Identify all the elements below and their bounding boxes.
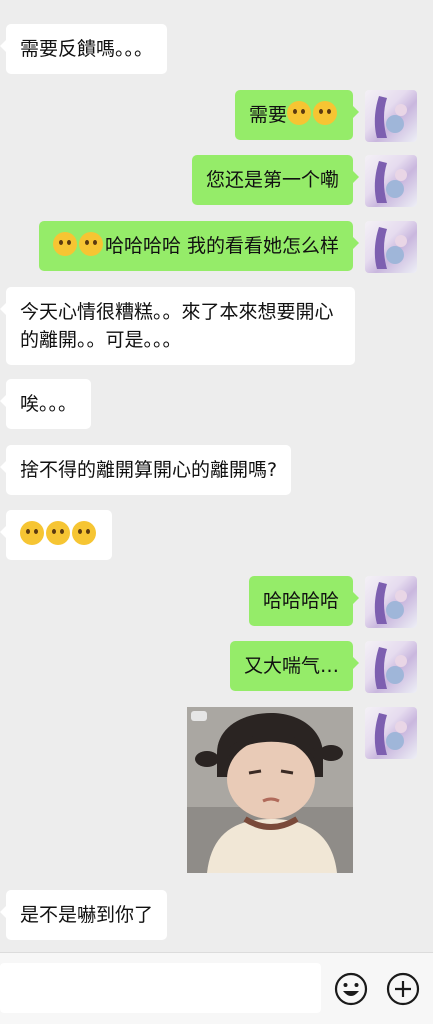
message-bubble-outgoing[interactable]: 又大喘气… <box>229 641 360 691</box>
thinking-face-icon <box>46 521 70 545</box>
message-bubble-incoming[interactable]: 捨不得的離開算開心的離開嗎? <box>0 445 292 495</box>
message-text: 今天心情很糟糕。。來了本來想要開心的離開。。可是。。。 <box>20 301 334 351</box>
message-bubble-outgoing[interactable]: 需要 <box>234 90 360 140</box>
avatar[interactable] <box>365 641 417 693</box>
message-text: 又大喘气… <box>243 655 339 677</box>
message-text: 哈哈哈哈 我的看看她怎么样 <box>104 235 339 257</box>
chat-area[interactable]: 需要反饋嗎。。。 需要 您还是第一个嘞 哈哈哈哈 我的看看她怎么样 今天心情很糟… <box>0 0 433 952</box>
avatar[interactable] <box>365 155 417 207</box>
message-bubble-outgoing[interactable]: 您还是第一个嘞 <box>191 155 360 205</box>
message-bubble-incoming[interactable] <box>0 510 112 560</box>
message-bubble-incoming[interactable]: 今天心情很糟糕。。來了本來想要開心的離開。。可是。。。 <box>0 287 355 365</box>
pleading-face-icon <box>313 101 337 125</box>
message-bubble-incoming[interactable]: 唉。。。 <box>0 379 92 429</box>
avatar[interactable] <box>365 90 417 142</box>
emoji-button[interactable] <box>333 971 369 1007</box>
message-text: 捨不得的離開算開心的離開嗎? <box>20 459 278 481</box>
sticker-image[interactable] <box>187 707 353 873</box>
message-text: 是不是嚇到你了 <box>20 904 154 926</box>
avatar[interactable] <box>365 576 417 628</box>
message-text: 唉。。。 <box>20 393 78 415</box>
avatar[interactable] <box>365 707 417 759</box>
thinking-face-icon <box>20 521 44 545</box>
message-bubble-outgoing[interactable]: 哈哈哈哈 <box>248 576 360 626</box>
message-bubble-incoming[interactable]: 需要反饋嗎。。。 <box>0 24 168 74</box>
message-text: 需要 <box>248 104 287 126</box>
thinking-face-icon <box>72 521 96 545</box>
input-bar <box>0 952 433 1024</box>
smiley-icon <box>334 972 368 1006</box>
message-text: 需要反饋嗎。。。 <box>20 38 154 60</box>
tears-of-joy-icon <box>52 232 77 256</box>
avatar[interactable] <box>365 221 417 273</box>
pleading-face-icon <box>287 101 311 125</box>
plus-circle-icon <box>386 972 420 1006</box>
message-bubble-outgoing[interactable]: 哈哈哈哈 我的看看她怎么样 <box>38 221 360 271</box>
message-text: 您还是第一个嘞 <box>205 169 339 191</box>
tears-of-joy-icon <box>78 232 103 256</box>
message-text: 哈哈哈哈 <box>262 590 339 612</box>
message-input[interactable] <box>0 963 321 1013</box>
message-bubble-incoming[interactable]: 是不是嚇到你了 <box>0 890 168 940</box>
plus-button[interactable] <box>385 971 421 1007</box>
